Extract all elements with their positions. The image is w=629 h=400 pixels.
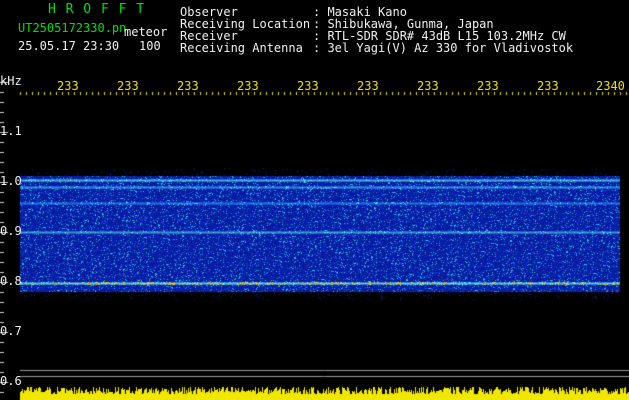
label-antenna: Receiving Antenna [180, 41, 303, 55]
x-tick: 233 [117, 79, 139, 93]
x-tick: 233 [297, 79, 319, 93]
x-tick: 233 [57, 79, 79, 93]
file-tag: meteor [124, 25, 168, 39]
y-tick-0.7: 0.7 [0, 324, 22, 338]
value-antenna: : 3el Yagi(V) Az 330 for Vladivostok [313, 41, 574, 55]
x-tick: 233 [237, 79, 259, 93]
x-tick: 233 [417, 79, 439, 93]
y-tick-0.8: 0.8 [0, 274, 22, 288]
x-tick: 233 [357, 79, 379, 93]
x-tick: 2340 [596, 79, 625, 93]
y-tick-1.1: 1.1 [0, 124, 22, 138]
hrofft-banner: H R O F F T [48, 2, 146, 17]
file-datetime: 25.05.17 23:30 [18, 39, 120, 53]
y-tick-0.6: 0.6 [0, 374, 22, 388]
y-axis-unit: kHz [0, 74, 22, 88]
x-tick: 233 [177, 79, 199, 93]
file-count: 100 [139, 39, 161, 53]
y-tick-0.9: 0.9 [0, 224, 22, 238]
x-tick: 233 [477, 79, 499, 93]
file-name: UT2505172330.pn [18, 21, 127, 35]
y-tick-1.0: 1.0 [0, 174, 22, 188]
x-tick: 233 [537, 79, 559, 93]
spectrogram [0, 0, 629, 400]
